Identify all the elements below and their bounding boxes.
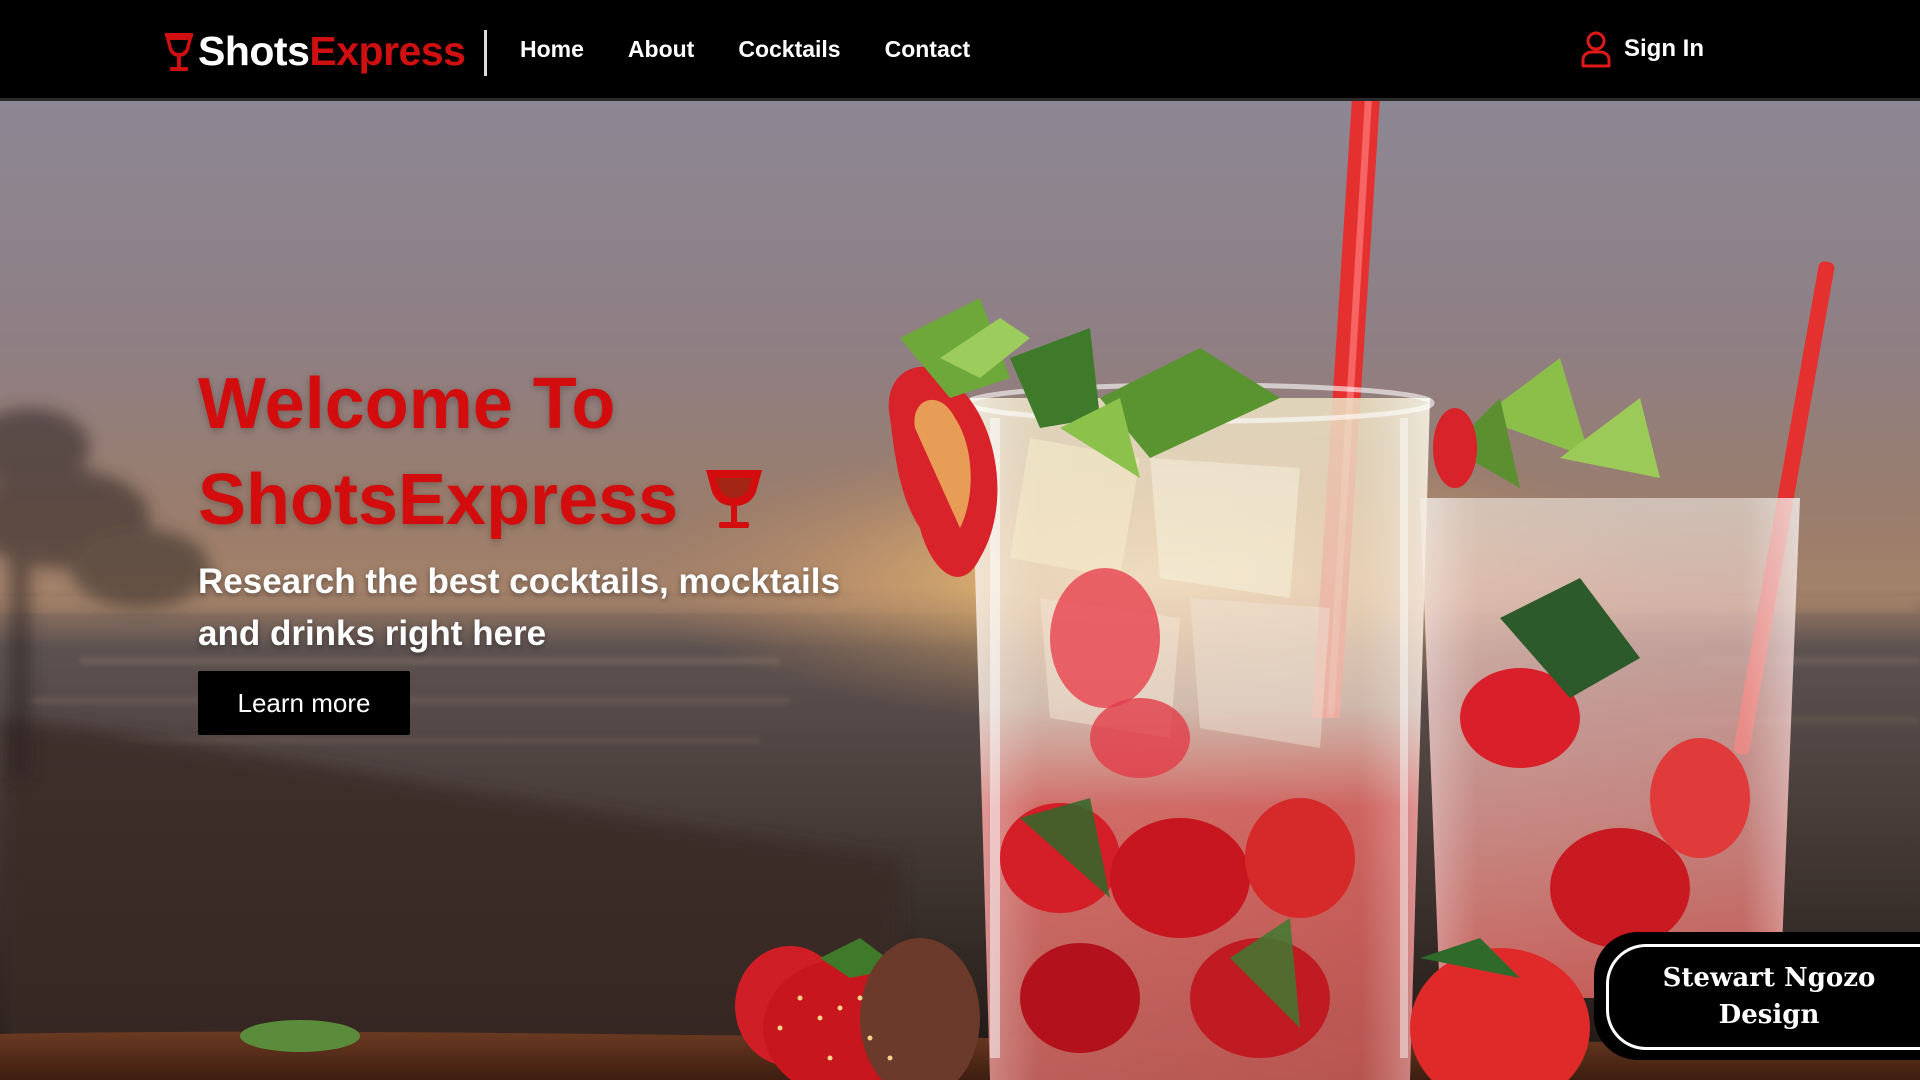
hero-subtitle: Research the best cocktails, mocktails a… xyxy=(198,562,840,653)
nav-link-cocktails[interactable]: Cocktails xyxy=(738,36,840,63)
nav-links: Home About Cocktails Contact xyxy=(520,36,970,63)
user-icon xyxy=(1581,31,1611,68)
nav-link-home[interactable]: Home xyxy=(520,36,584,63)
sign-in-label: Sign In xyxy=(1624,35,1704,62)
hero-title-brand: ShotsExpress xyxy=(198,460,679,540)
nav-link-contact[interactable]: Contact xyxy=(885,36,971,63)
nav-divider xyxy=(484,30,487,76)
wine-glass-icon xyxy=(165,32,193,71)
designer-badge-inner: Stewart Ngozo Design xyxy=(1606,944,1920,1050)
wine-glass-icon xyxy=(706,470,763,528)
brand-name-part1: Shots xyxy=(198,28,310,74)
designer-badge: Stewart Ngozo Design xyxy=(1594,932,1920,1060)
hero-title-line2: ShotsExpress xyxy=(198,452,918,548)
hero-title-line1: Welcome To xyxy=(198,364,616,444)
nav-link-about[interactable]: About xyxy=(628,36,694,63)
brand-name-part2: Express xyxy=(309,28,466,74)
learn-more-button[interactable]: Learn more xyxy=(198,671,410,735)
designer-badge-text: Stewart Ngozo Design xyxy=(1662,963,1876,1030)
sign-in-button[interactable]: Sign In xyxy=(1580,30,1704,68)
brand-logo[interactable]: ShotsExpress xyxy=(162,28,466,75)
brand-name: ShotsExpress xyxy=(198,28,466,75)
hero-text-block: Welcome To ShotsExpress Research the bes… xyxy=(198,356,918,660)
top-navbar: ShotsExpress Home About Cocktails Contac… xyxy=(0,0,1920,101)
